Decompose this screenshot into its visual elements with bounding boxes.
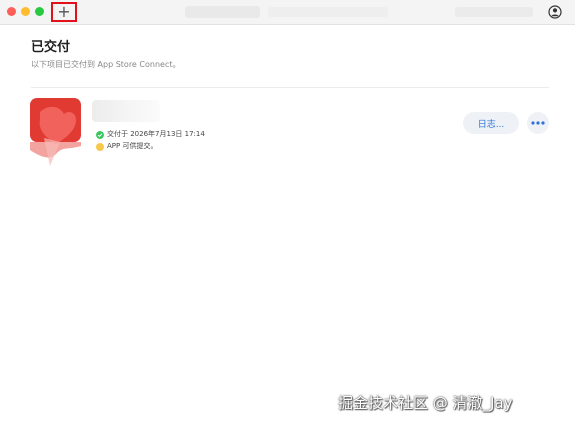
organizer-window: + 已交付 以下项目已交付到 App Store Connect。 交付于 20… — [0, 0, 575, 429]
availability-text: APP 可供提交。 — [107, 142, 158, 150]
app-icon — [30, 98, 81, 166]
section-title: 已交付 — [31, 40, 71, 55]
more-button[interactable] — [527, 112, 549, 134]
minimize-window-button[interactable] — [21, 7, 30, 16]
section-subtitle: 以下项目已交付到 App Store Connect。 — [31, 60, 181, 69]
delivered-status: 交付于 2026年7月13日 17:14 — [96, 129, 205, 140]
zoom-window-button[interactable] — [35, 7, 44, 16]
account-icon[interactable] — [548, 5, 562, 19]
blurred-app-name — [92, 100, 160, 122]
ellipsis-icon — [531, 121, 545, 125]
availability-status: APP 可供提交。 — [96, 141, 157, 152]
watermark: 掘金技术社区 @ 清澈_Jay — [338, 394, 513, 412]
title-bar: + — [0, 0, 575, 25]
add-button[interactable]: + — [51, 2, 77, 22]
delivered-text: 交付于 2026年7月13日 17:14 — [107, 130, 205, 138]
blurred-toolbar-region — [455, 7, 533, 17]
status-dot-icon — [96, 142, 104, 151]
plus-icon: + — [57, 2, 71, 21]
blurred-title-region — [185, 6, 260, 18]
section-divider — [31, 87, 549, 88]
log-button[interactable]: 日志... — [463, 112, 519, 134]
close-window-button[interactable] — [7, 7, 16, 16]
blurred-title-region — [268, 7, 388, 17]
checkmark-icon — [96, 130, 104, 139]
archive-row[interactable]: 交付于 2026年7月13日 17:14 APP 可供提交。 日志... — [0, 92, 575, 172]
